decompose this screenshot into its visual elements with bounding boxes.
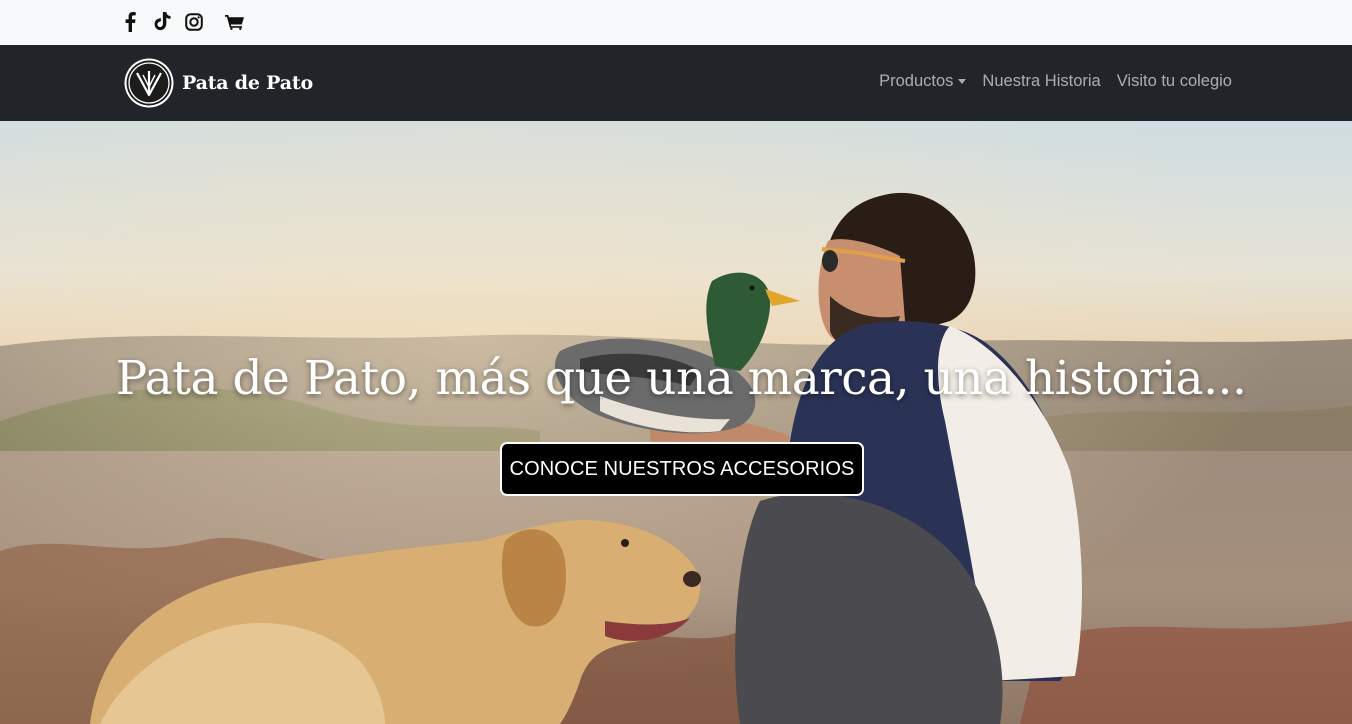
hero-background-image xyxy=(0,121,1352,724)
social-bar xyxy=(0,0,1352,45)
brand-link[interactable]: Pata de Pato xyxy=(124,57,313,109)
main-navbar: Pata de Pato Productos Nuestra Historia … xyxy=(0,45,1352,121)
facebook-icon[interactable] xyxy=(120,10,140,34)
duck-foot-logo-icon xyxy=(124,58,174,108)
nav-item-label: Productos xyxy=(879,72,954,90)
caret-down-icon xyxy=(958,79,967,84)
nav-item-productos[interactable]: Productos xyxy=(879,72,967,91)
nav-item-nuestra-historia[interactable]: Nuestra Historia xyxy=(982,72,1100,91)
hero-title: Pata de Pato, más que una marca, una his… xyxy=(115,351,1247,406)
nav-item-visito-tu-colegio[interactable]: Visito tu colegio xyxy=(1117,72,1232,91)
tiktok-icon[interactable] xyxy=(152,10,172,34)
hero-section: Pata de Pato, más que una marca, una his… xyxy=(0,121,1352,724)
brand-name: Pata de Pato xyxy=(182,72,313,94)
nav-item-label: Nuestra Historia xyxy=(982,72,1101,90)
nav-item-label: Visito tu colegio xyxy=(1116,72,1232,90)
cart-icon[interactable] xyxy=(224,10,244,34)
social-icons xyxy=(120,10,256,34)
nav-menu: Productos Nuestra Historia Visito tu col… xyxy=(863,72,1232,91)
instagram-icon[interactable] xyxy=(184,10,204,34)
cta-button[interactable]: CONOCE NUESTROS ACCESORIOS xyxy=(500,442,864,496)
